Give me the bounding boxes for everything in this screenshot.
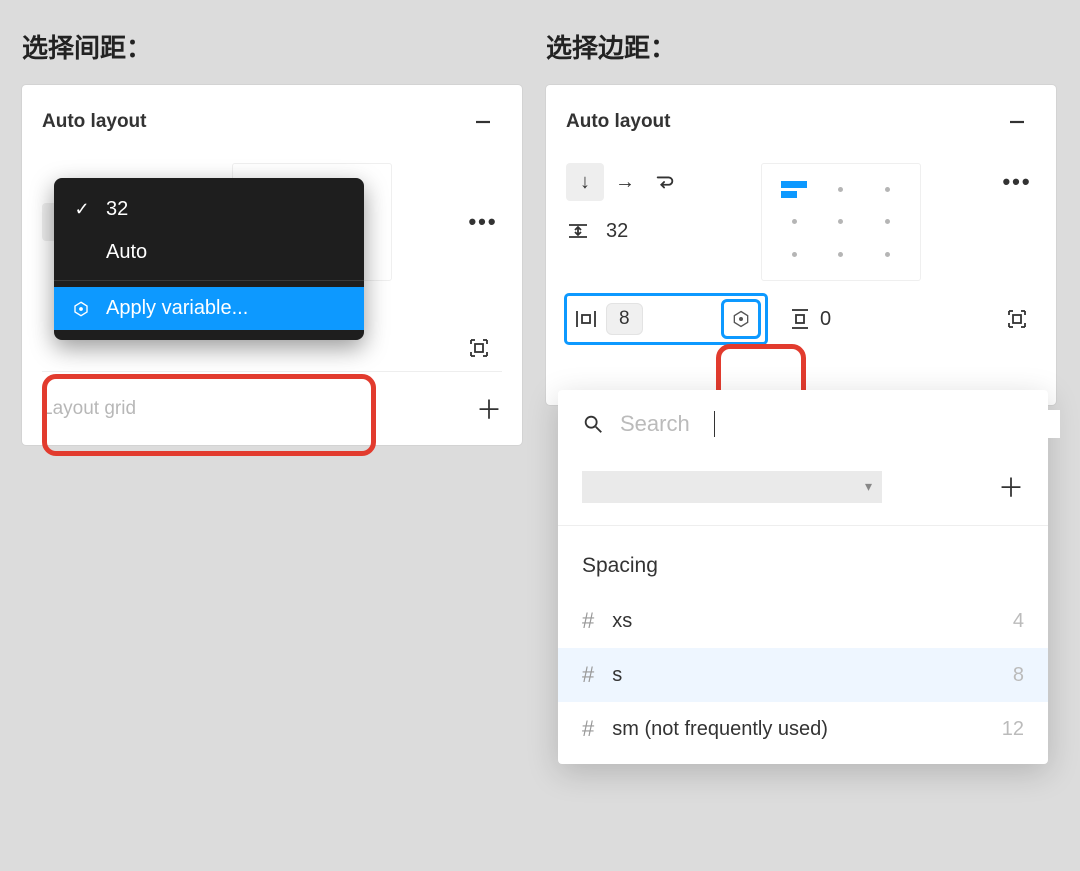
gap-value: 32 — [606, 220, 628, 243]
individual-padding-toggle[interactable] — [998, 300, 1036, 338]
search-icon — [582, 413, 604, 435]
gap-value-menu: ✓ 32 Auto Apply variable... — [54, 178, 364, 340]
right-column: 选择边距： Auto layout — [546, 28, 1056, 445]
direction-horizontal[interactable] — [606, 163, 644, 201]
horizontal-padding-icon — [574, 307, 598, 331]
panel-title: Auto layout — [566, 111, 671, 133]
collapse-button[interactable] — [998, 103, 1036, 141]
gap-icon — [566, 219, 590, 243]
library-select[interactable]: ▾ — [582, 471, 882, 503]
variable-row-xs[interactable]: # xs 4 — [558, 594, 1048, 648]
check-icon: ✓ — [72, 199, 92, 220]
number-icon: # — [582, 662, 594, 688]
chevron-down-icon: ▾ — [865, 478, 872, 495]
horizontal-padding-value: 8 — [606, 303, 643, 335]
more-options[interactable]: ••• — [464, 203, 502, 241]
variable-name: sm (not frequently used) — [612, 718, 828, 741]
auto-layout-panel-right: Auto layout — [546, 85, 1056, 405]
variable-name: s — [612, 664, 622, 687]
apply-variable-button[interactable] — [724, 302, 758, 336]
variable-row-sm[interactable]: # sm (not frequently used) 12 — [558, 702, 1048, 756]
apply-variable-option[interactable]: Apply variable... — [54, 287, 364, 330]
alignment-grid[interactable] — [761, 163, 921, 281]
gap-option-auto[interactable]: Auto — [54, 231, 364, 274]
variable-search-row — [558, 390, 1048, 458]
right-title: 选择边距： — [546, 28, 1056, 65]
individual-padding-toggle[interactable] — [460, 329, 498, 367]
vertical-padding-icon — [788, 307, 812, 331]
more-options[interactable]: ••• — [998, 163, 1036, 201]
collapse-button[interactable] — [464, 103, 502, 141]
variable-value: 8 — [1013, 664, 1024, 687]
gap-field[interactable]: 32 — [566, 219, 684, 243]
left-title: 选择间距： — [22, 28, 522, 65]
menu-item-label: Apply variable... — [106, 297, 248, 320]
direction-group — [566, 163, 684, 201]
variable-group-label: Spacing — [558, 526, 1048, 594]
panel-title: Auto layout — [42, 111, 147, 133]
variable-value: 12 — [1002, 718, 1024, 741]
gap-option-32[interactable]: ✓ 32 — [54, 188, 364, 231]
variable-value: 4 — [1013, 610, 1024, 633]
add-layout-grid[interactable]: ＋ — [476, 390, 502, 427]
layout-grid-label: Layout grid — [42, 398, 136, 420]
left-column: 选择间距： Auto layout — [22, 28, 522, 445]
horizontal-padding-field[interactable]: 8 — [566, 295, 766, 343]
menu-separator — [54, 280, 364, 281]
create-variable-button[interactable]: ＋ — [998, 468, 1024, 505]
number-icon: # — [582, 608, 594, 634]
variable-icon — [72, 300, 92, 318]
vertical-padding-value: 0 — [820, 308, 831, 331]
variable-search-input[interactable] — [618, 410, 1060, 438]
menu-item-label: Auto — [106, 241, 147, 264]
direction-wrap[interactable] — [646, 163, 684, 201]
number-icon: # — [582, 716, 594, 742]
variable-picker: ▾ ＋ Spacing # xs 4 # s 8 # sm (not frequ… — [558, 390, 1048, 764]
variable-name: xs — [612, 610, 632, 633]
vertical-padding-field[interactable]: 0 — [780, 295, 839, 343]
direction-vertical[interactable] — [566, 163, 604, 201]
variable-row-s[interactable]: # s 8 — [558, 648, 1048, 702]
menu-item-label: 32 — [106, 198, 128, 221]
